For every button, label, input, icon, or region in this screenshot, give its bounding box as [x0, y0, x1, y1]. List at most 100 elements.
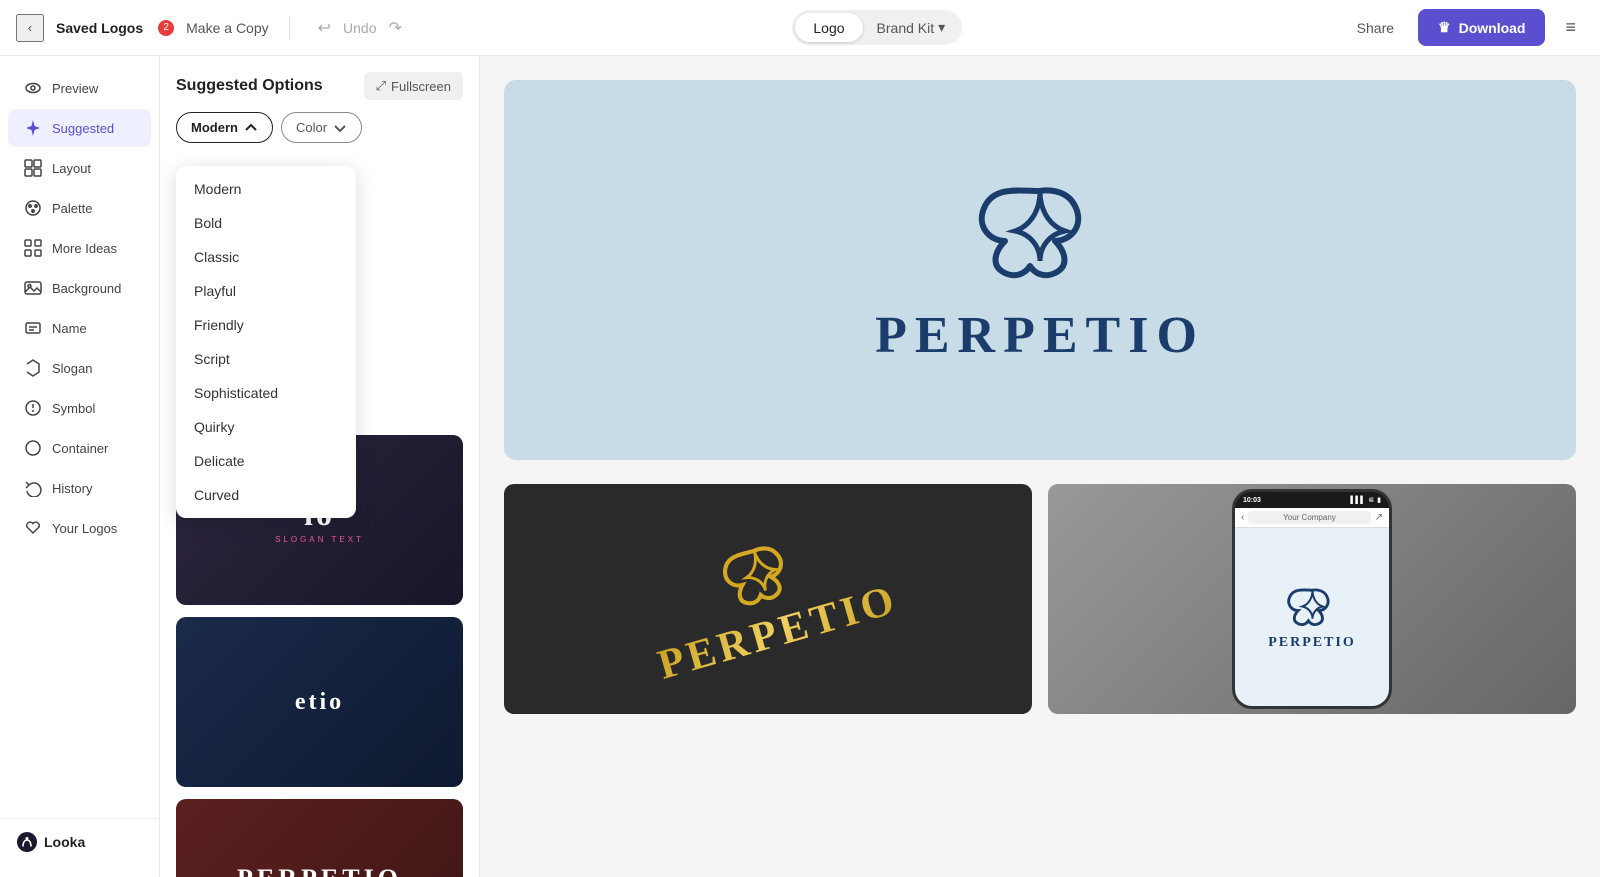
- chevron-down-icon: ▾: [938, 19, 945, 36]
- dropdown-item-bold[interactable]: Bold: [176, 206, 356, 240]
- dropdown-item-modern[interactable]: Modern: [176, 172, 356, 206]
- sidebar-item-container[interactable]: Container: [8, 429, 151, 467]
- style-filter-button[interactable]: Modern: [176, 112, 273, 143]
- divider: [289, 16, 290, 40]
- filter-row: Modern Color: [160, 112, 479, 155]
- sidebar-item-your-logos[interactable]: Your Logos: [8, 509, 151, 547]
- logo-card-3-text: PERPETIO: [237, 864, 402, 877]
- sidebar-item-suggested[interactable]: Suggested: [8, 109, 151, 147]
- chevron-down-icon: [333, 121, 347, 135]
- phone-status-icons: ▌▌▌ ⋐ ▮: [1350, 496, 1381, 504]
- sidebar-item-palette[interactable]: Palette: [8, 189, 151, 227]
- wifi-icon: ⋐: [1368, 496, 1374, 504]
- sidebar-item-more-ideas[interactable]: More Ideas: [8, 229, 151, 267]
- main-logo-inner: PERPETIO: [875, 176, 1205, 365]
- color-filter-button[interactable]: Color: [281, 112, 362, 143]
- logo-option-card-3[interactable]: PERPETIO SLOGAN TEXT: [176, 799, 463, 877]
- tab-logo[interactable]: Logo: [795, 13, 862, 42]
- fullscreen-button[interactable]: ⤢ Fullscreen: [364, 72, 463, 100]
- logo-card-2-bg: etio: [176, 617, 463, 787]
- main-logo-icon: [975, 176, 1105, 286]
- dropdown-item-classic[interactable]: Classic: [176, 240, 356, 274]
- phone-card-bg: 10:03 ▌▌▌ ⋐ ▮ ‹ Your Company: [1048, 484, 1576, 714]
- logo-card-2-text: etio: [295, 689, 344, 716]
- dropdown-item-delicate[interactable]: Delicate: [176, 444, 356, 478]
- topbar-left: ‹ Saved Logos 2 Make a Copy ↩ Undo ↷: [16, 14, 410, 42]
- crown-icon: ♛: [1438, 19, 1451, 36]
- phone-time: 10:03: [1243, 497, 1261, 504]
- panel-title: Suggested Options: [176, 77, 323, 95]
- dropdown-item-playful[interactable]: Playful: [176, 274, 356, 308]
- redo-button[interactable]: ↷: [381, 14, 410, 42]
- hamburger-menu-button[interactable]: ≡: [1557, 13, 1584, 42]
- phone-status-bar: 10:03 ▌▌▌ ⋐ ▮: [1235, 492, 1389, 508]
- background-icon: [24, 279, 42, 297]
- history-icon: [24, 479, 42, 497]
- main-logo-brand-name: PERPETIO: [875, 306, 1205, 365]
- undo-redo-group: ↩ Undo ↷: [310, 14, 410, 42]
- dropdown-item-friendly[interactable]: Friendly: [176, 308, 356, 342]
- layout-icon: [24, 159, 42, 177]
- name-icon: [24, 319, 42, 337]
- phone-logo-icon: [1285, 584, 1340, 629]
- logo-card-brown-bg: PERPETIO SLOGAN TEXT: [176, 799, 463, 877]
- download-button[interactable]: ♛ Download: [1418, 9, 1545, 46]
- phone-back-arrow: ‹: [1241, 512, 1244, 523]
- grid-icon: [24, 239, 42, 257]
- tab-group: Logo Brand Kit ▾: [792, 10, 962, 45]
- gold-logo-inner: PERPETIO: [633, 508, 903, 689]
- palette-icon: [24, 199, 42, 217]
- back-button[interactable]: ‹: [16, 14, 44, 42]
- gold-logo-container: PERPETIO: [504, 484, 1032, 714]
- topbar-center: Logo Brand Kit ▾: [410, 10, 1345, 45]
- dropdown-item-sophisticated[interactable]: Sophisticated: [176, 376, 356, 410]
- sparkle-icon: [24, 119, 42, 137]
- preview-card-phone[interactable]: 10:03 ▌▌▌ ⋐ ▮ ‹ Your Company: [1048, 484, 1576, 714]
- undo-button[interactable]: ↩: [310, 14, 339, 42]
- dropdown-item-quirky[interactable]: Quirky: [176, 410, 356, 444]
- sidebar-item-history[interactable]: History: [8, 469, 151, 507]
- undo-label: Undo: [343, 20, 376, 36]
- main-layout: Preview Suggested Layout Palette More Id…: [0, 0, 1600, 877]
- sidebar-item-layout[interactable]: Layout: [8, 149, 151, 187]
- slogan-icon: [24, 359, 42, 377]
- symbol-icon: [24, 399, 42, 417]
- main-content: PERPETIO PERPETIO: [480, 56, 1600, 877]
- make-copy-link[interactable]: Make a Copy: [186, 20, 268, 36]
- sidebar-item-background[interactable]: Background: [8, 269, 151, 307]
- looka-icon: [16, 831, 38, 853]
- sidebar-bottom: Looka: [0, 818, 159, 865]
- tab-brand-kit[interactable]: Brand Kit ▾: [863, 13, 960, 42]
- logo-option-card-2[interactable]: etio: [176, 617, 463, 787]
- container-icon: [24, 439, 42, 457]
- sidebar: Preview Suggested Layout Palette More Id…: [0, 56, 160, 877]
- phone-url-bar: Your Company: [1248, 511, 1370, 524]
- sidebar-item-symbol[interactable]: Symbol: [8, 389, 151, 427]
- saved-logos-label: Saved Logos: [56, 20, 143, 36]
- topbar: ‹ Saved Logos 2 Make a Copy ↩ Undo ↷ Log…: [0, 0, 1600, 56]
- logo-card-3-content: PERPETIO SLOGAN TEXT: [237, 864, 402, 877]
- chevron-up-icon: [244, 121, 258, 135]
- dropdown-item-script[interactable]: Script: [176, 342, 356, 376]
- main-logo-preview[interactable]: PERPETIO: [504, 80, 1576, 460]
- style-dropdown: Modern Bold Classic Playful Friendly Scr…: [176, 166, 356, 518]
- sidebar-item-name[interactable]: Name: [8, 309, 151, 347]
- phone-content: PERPETIO: [1235, 528, 1389, 706]
- battery-icon: ▮: [1377, 496, 1381, 504]
- expand-icon: ⤢: [376, 78, 386, 94]
- preview-grid: PERPETIO 10:03 ▌▌▌ ⋐ ▮: [504, 484, 1576, 714]
- sidebar-item-slogan[interactable]: Slogan: [8, 349, 151, 387]
- share-button[interactable]: Share: [1345, 12, 1406, 44]
- preview-card-gold[interactable]: PERPETIO: [504, 484, 1032, 714]
- sidebar-item-preview[interactable]: Preview: [8, 69, 151, 107]
- phone-screen: ‹ Your Company ↗: [1235, 508, 1389, 706]
- phone-browser-bar: ‹ Your Company ↗: [1235, 508, 1389, 528]
- phone-mockup: 10:03 ▌▌▌ ⋐ ▮ ‹ Your Company: [1232, 489, 1392, 709]
- signal-icon: ▌▌▌: [1350, 497, 1365, 504]
- looka-logo: Looka: [16, 831, 85, 853]
- dropdown-item-curved[interactable]: Curved: [176, 478, 356, 512]
- saved-logos-badge: 2: [158, 20, 174, 36]
- panel-header: Suggested Options ⤢ Fullscreen: [160, 56, 479, 112]
- phone-share-icon: ↗: [1375, 512, 1383, 523]
- heart-icon: [24, 519, 42, 537]
